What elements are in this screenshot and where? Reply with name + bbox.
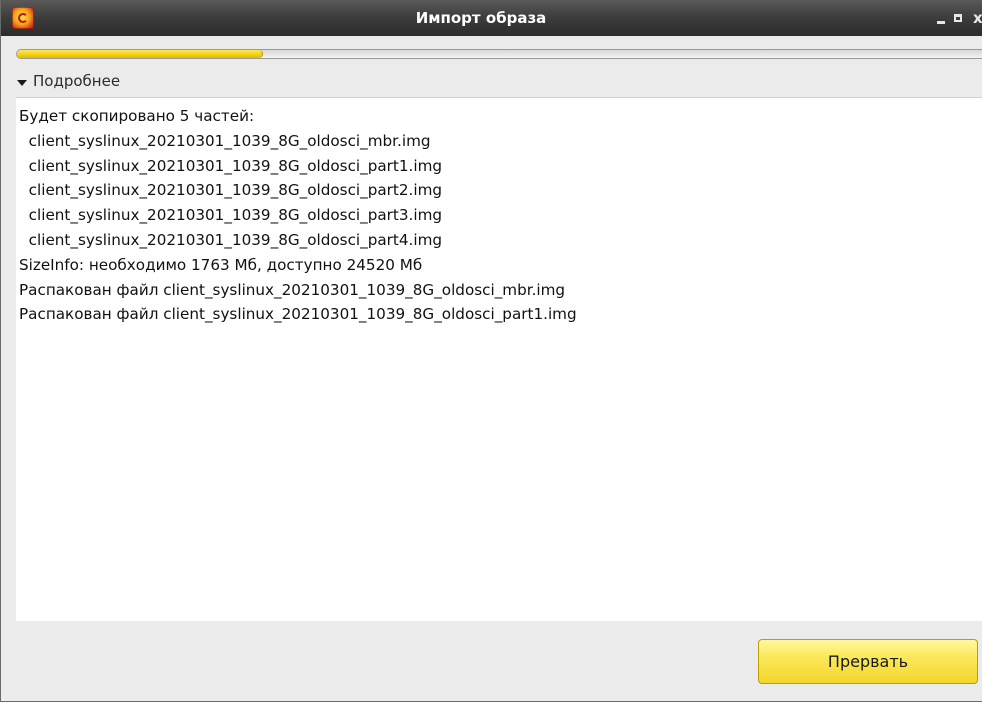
details-expander[interactable]: Подробнее	[15, 69, 120, 93]
minimize-button[interactable]	[936, 0, 948, 36]
log-line: client_syslinux_20210301_1039_8G_oldosci…	[19, 230, 443, 249]
log-line: client_syslinux_20210301_1039_8G_oldosci…	[19, 206, 443, 225]
maximize-button[interactable]	[953, 0, 967, 36]
import-image-window: Импорт образа x Подробнее Будет скопиров…	[0, 0, 982, 702]
log-output-area[interactable]: Будет скопировано 5 частей: client_sysli…	[16, 97, 982, 621]
close-button[interactable]: x	[973, 0, 982, 36]
details-expander-label: Подробнее	[33, 71, 121, 90]
title-bar[interactable]: Импорт образа x	[1, 0, 982, 36]
maximize-icon	[954, 14, 962, 22]
log-line: Распакован файл client_syslinux_20210301…	[19, 280, 566, 299]
log-line: SizeInfo: необходимо 1763 Мб, доступно 2…	[19, 255, 423, 274]
minimize-icon	[937, 21, 945, 24]
log-line: client_syslinux_20210301_1039_8G_oldosci…	[19, 131, 431, 150]
abort-button[interactable]: Прервать	[758, 639, 978, 684]
expander-arrow-down-icon	[17, 80, 27, 86]
log-line: Распакован файл client_syslinux_20210301…	[19, 305, 577, 324]
log-line: client_syslinux_20210301_1039_8G_oldosci…	[19, 156, 443, 175]
progress-bar-fill	[17, 50, 263, 58]
log-line: client_syslinux_20210301_1039_8G_oldosci…	[19, 181, 443, 200]
log-line: Будет скопировано 5 частей:	[19, 107, 255, 125]
window-title: Импорт образа	[415, 9, 547, 27]
import-progress-bar	[16, 49, 982, 59]
